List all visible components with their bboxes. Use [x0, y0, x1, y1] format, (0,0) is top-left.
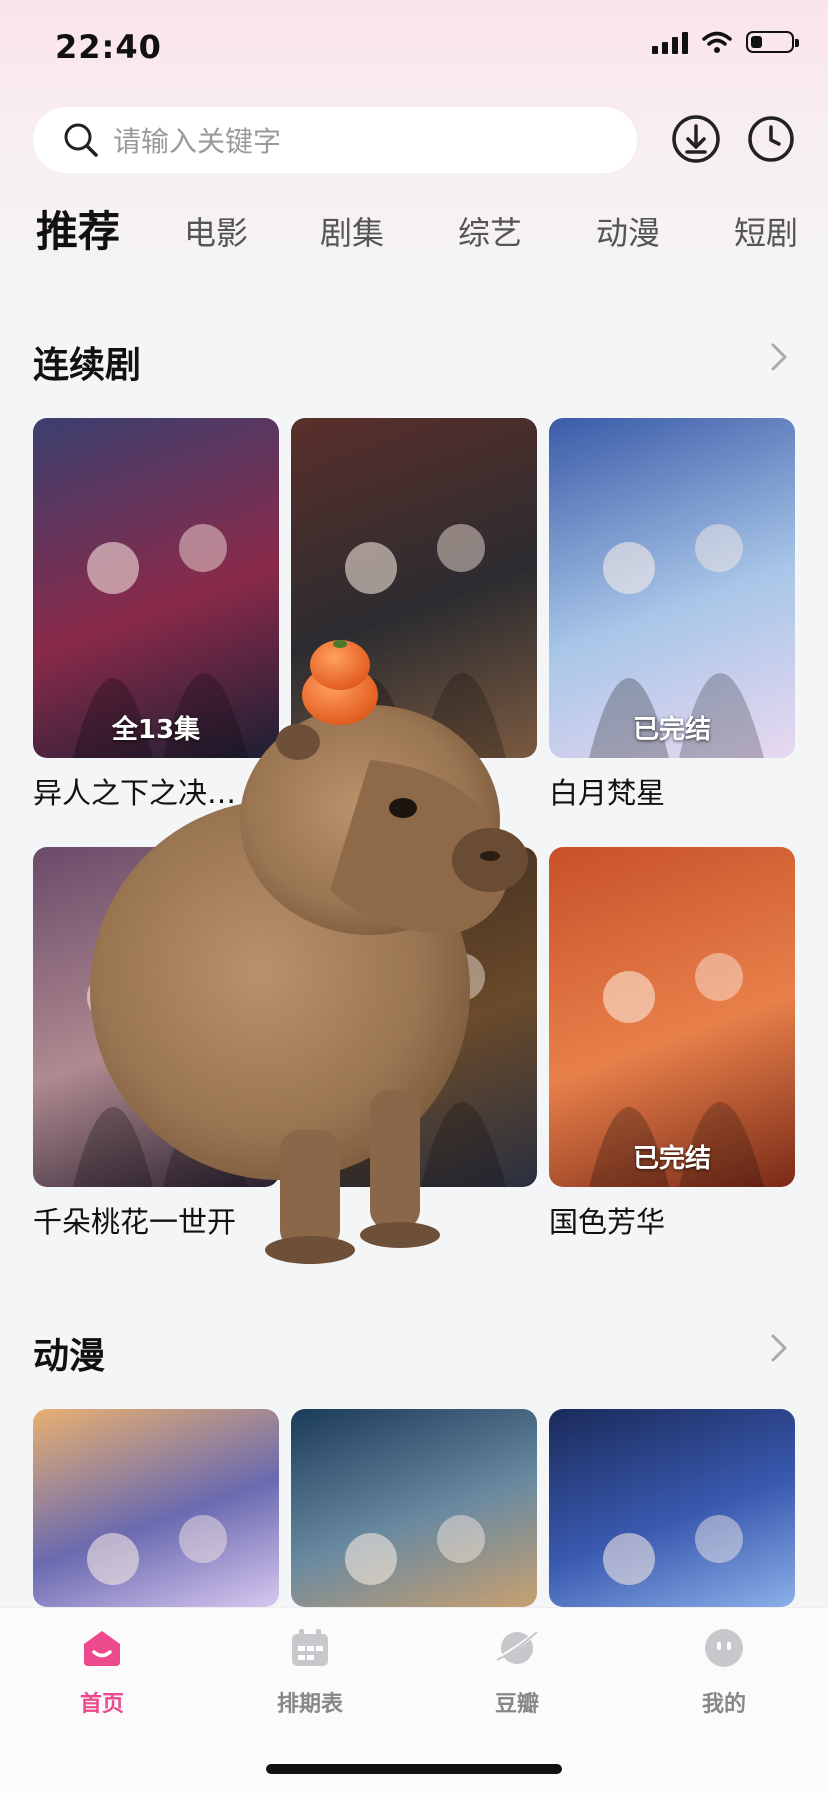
poster-card[interactable]: 已完结 国色芳华 — [549, 847, 795, 1241]
poster-image[interactable] — [291, 1409, 537, 1607]
category-tabs: 推荐 电影 剧集 综艺 动漫 短剧 — [0, 198, 828, 264]
profile-icon — [705, 1629, 743, 1667]
planet-icon — [496, 1631, 538, 1664]
tab-movies[interactable]: 电影 — [184, 208, 248, 254]
poster-card[interactable] — [33, 1409, 279, 1607]
poster-artwork — [589, 524, 764, 758]
poster-image[interactable]: 已完结 — [549, 418, 795, 758]
nav-profile[interactable]: 我的 — [664, 1626, 784, 1718]
poster-artwork — [589, 953, 764, 1187]
poster-card[interactable] — [549, 1409, 795, 1607]
episode-badge: 已完结 — [632, 715, 711, 745]
section-title-anime: 动漫 — [33, 1336, 106, 1377]
nav-home[interactable]: 首页 — [42, 1626, 162, 1718]
calendar-icon — [292, 1629, 328, 1666]
poster-image[interactable] — [549, 1409, 795, 1607]
nav-douban-label: 豆瓣 — [494, 1692, 539, 1717]
poster-title[interactable]: 国色芳华 — [549, 1199, 795, 1241]
episode-badge: 已完结 — [632, 1144, 711, 1174]
nav-schedule[interactable]: 排期表 — [250, 1626, 370, 1718]
tab-anime[interactable]: 动漫 — [596, 208, 660, 254]
signal-icon — [652, 30, 688, 54]
tab-series[interactable]: 剧集 — [320, 208, 384, 254]
status-icons — [652, 30, 799, 54]
clock-icon[interactable] — [745, 113, 797, 165]
search-placeholder: 请输入关键字 — [113, 125, 282, 158]
nav-douban[interactable]: 豆瓣 — [457, 1626, 577, 1718]
nav-profile-label: 我的 — [701, 1692, 746, 1717]
section-title-series: 连续剧 — [33, 345, 142, 386]
poster-card[interactable] — [291, 1409, 537, 1607]
nav-schedule-label: 排期表 — [276, 1692, 343, 1717]
battery-icon — [746, 31, 799, 53]
poster-artwork — [603, 1515, 743, 1585]
nav-home-label: 首页 — [79, 1692, 124, 1717]
search-input[interactable]: 请输入关键字 — [33, 107, 637, 173]
poster-artwork — [87, 1515, 227, 1585]
home-icon — [84, 1631, 120, 1666]
poster-image[interactable]: 已完结 — [549, 847, 795, 1187]
tab-variety[interactable]: 综艺 — [458, 208, 522, 254]
poster-card[interactable]: 已完结 白月梵星 — [549, 418, 795, 812]
tab-recommend[interactable]: 推荐 — [36, 198, 120, 259]
poster-artwork — [345, 1515, 485, 1585]
wifi-icon — [702, 31, 732, 53]
chevron-right-icon[interactable] — [768, 1332, 790, 1364]
poster-title[interactable]: 白月梵星 — [549, 770, 795, 812]
tab-short-drama[interactable]: 短剧 — [734, 208, 798, 254]
chevron-right-icon[interactable] — [768, 341, 790, 373]
capybara-sticker — [90, 640, 528, 1264]
home-indicator — [266, 1764, 562, 1774]
download-icon[interactable] — [670, 113, 722, 165]
status-time: 22:40 — [55, 28, 162, 66]
search-icon — [64, 123, 98, 157]
poster-image[interactable] — [33, 1409, 279, 1607]
